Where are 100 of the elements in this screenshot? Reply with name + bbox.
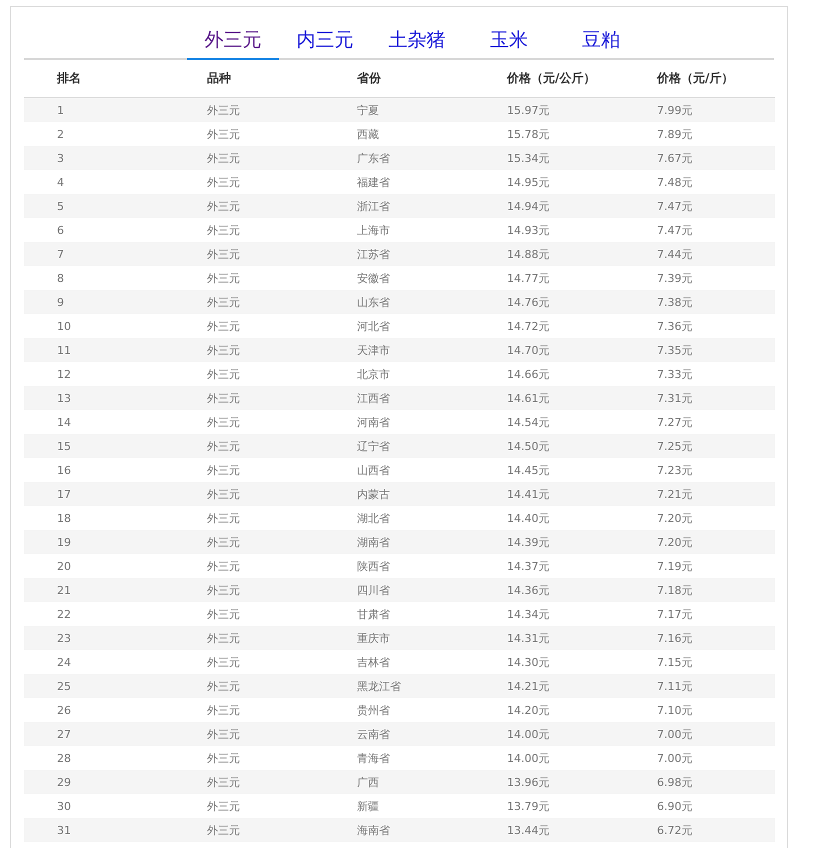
table-cell: 7.36元 xyxy=(657,318,692,334)
table-cell: 7.27元 xyxy=(657,414,692,430)
table-cell: 外三元 xyxy=(207,390,240,406)
table-cell: 外三元 xyxy=(207,246,240,262)
table-cell: 1 xyxy=(57,104,64,116)
table-cell: 14.39元 xyxy=(507,534,550,550)
table-cell: 14.77元 xyxy=(507,270,550,286)
table-cell: 14 xyxy=(57,416,71,428)
table-cell: 17 xyxy=(57,488,71,500)
tab[interactable]: 内三元 xyxy=(279,22,371,60)
table-cell: 甘肃省 xyxy=(357,606,390,622)
table-cell: 云南省 xyxy=(357,726,390,742)
table-cell: 8 xyxy=(57,272,64,284)
table-cell: 安徽省 xyxy=(357,270,390,286)
table-cell: 15 xyxy=(57,440,71,452)
tab[interactable]: 土杂猪 xyxy=(371,22,463,60)
table-cell: 广西 xyxy=(357,774,379,790)
table-cell: 外三元 xyxy=(207,294,240,310)
table-cell: 外三元 xyxy=(207,726,240,742)
table-cell: 6.98元 xyxy=(657,774,692,790)
table-cell: 外三元 xyxy=(207,486,240,502)
table-cell: 7.35元 xyxy=(657,342,692,358)
table-cell: 3 xyxy=(57,152,64,164)
table-cell: 7.20元 xyxy=(657,510,692,526)
table-cell: 18 xyxy=(57,512,71,524)
table-cell: 外三元 xyxy=(207,534,240,550)
table-cell: 北京市 xyxy=(357,366,390,382)
table-cell: 外三元 xyxy=(207,174,240,190)
table-cell: 陕西省 xyxy=(357,558,390,574)
table-cell: 15.78元 xyxy=(507,126,550,142)
table-cell: 14.50元 xyxy=(507,438,550,454)
table-cell: 15.97元 xyxy=(507,102,550,118)
table-cell: 新疆 xyxy=(357,798,379,814)
table-cell: 14.72元 xyxy=(507,318,550,334)
table-cell: 外三元 xyxy=(207,126,240,142)
table-cell: 14.40元 xyxy=(507,510,550,526)
table-cell: 14.41元 xyxy=(507,486,550,502)
table-cell: 湖北省 xyxy=(357,510,390,526)
table-cell: 29 xyxy=(57,776,71,788)
table-cell: 14.61元 xyxy=(507,390,550,406)
table-cell: 7.19元 xyxy=(657,558,692,574)
table-cell: 外三元 xyxy=(207,630,240,646)
table-cell: 14.70元 xyxy=(507,342,550,358)
table-cell: 外三元 xyxy=(207,342,240,358)
table-cell: 9 xyxy=(57,296,64,308)
table-cell: 外三元 xyxy=(207,222,240,238)
table-cell: 7.00元 xyxy=(657,726,692,742)
table-cell: 宁夏 xyxy=(357,102,379,118)
table-cell: 7.11元 xyxy=(657,678,692,694)
table-cell: 外三元 xyxy=(207,462,240,478)
table-cell: 外三元 xyxy=(207,270,240,286)
table-cell: 河南省 xyxy=(357,414,390,430)
table-cell: 7.33元 xyxy=(657,366,692,382)
table-cell: 14.95元 xyxy=(507,174,550,190)
table-cell: 重庆市 xyxy=(357,630,390,646)
table-cell: 外三元 xyxy=(207,654,240,670)
table-cell: 13 xyxy=(57,392,71,404)
table-cell: 外三元 xyxy=(207,438,240,454)
table-cell: 30 xyxy=(57,800,71,812)
tab[interactable]: 豆粕 xyxy=(555,22,647,60)
table-cell: 山西省 xyxy=(357,462,390,478)
table-cell: 外三元 xyxy=(207,774,240,790)
tab[interactable]: 玉米 xyxy=(463,22,555,60)
table-cell: 外三元 xyxy=(207,822,240,838)
table-cell: 7.67元 xyxy=(657,150,692,166)
table-cell: 14.45元 xyxy=(507,462,550,478)
table-cell: 7.89元 xyxy=(657,126,692,142)
table-cell: 14.21元 xyxy=(507,678,550,694)
table-cell: 14.00元 xyxy=(507,726,550,742)
table-cell: 福建省 xyxy=(357,174,390,190)
table-cell: 14.76元 xyxy=(507,294,550,310)
table-cell: 13.96元 xyxy=(507,774,550,790)
table-cell: 7.99元 xyxy=(657,102,692,118)
table-cell: 14.20元 xyxy=(507,702,550,718)
column-header: 品种 xyxy=(207,70,231,87)
table-cell: 7.31元 xyxy=(657,390,692,406)
table-cell: 江苏省 xyxy=(357,246,390,262)
table-cell: 2 xyxy=(57,128,64,140)
table-cell: 海南省 xyxy=(357,822,390,838)
table-cell: 7.39元 xyxy=(657,270,692,286)
column-header: 省份 xyxy=(357,70,381,87)
table-cell: 23 xyxy=(57,632,71,644)
table-cell: 19 xyxy=(57,536,71,548)
table-cell: 14.93元 xyxy=(507,222,550,238)
table-cell: 14.37元 xyxy=(507,558,550,574)
table-cell: 西藏 xyxy=(357,126,379,142)
table-cell: 10 xyxy=(57,320,71,332)
table-cell: 7.18元 xyxy=(657,582,692,598)
table-cell: 7.21元 xyxy=(657,486,692,502)
table-cell: 7.10元 xyxy=(657,702,692,718)
table-cell: 27 xyxy=(57,728,71,740)
tab[interactable]: 外三元 xyxy=(187,22,279,60)
table-cell: 7.25元 xyxy=(657,438,692,454)
table-cell: 外三元 xyxy=(207,510,240,526)
table-cell: 11 xyxy=(57,344,71,356)
table-cell: 14.34元 xyxy=(507,606,550,622)
table-cell: 外三元 xyxy=(207,198,240,214)
table-cell: 四川省 xyxy=(357,582,390,598)
table-cell: 内蒙古 xyxy=(357,486,390,502)
table-cell: 外三元 xyxy=(207,798,240,814)
